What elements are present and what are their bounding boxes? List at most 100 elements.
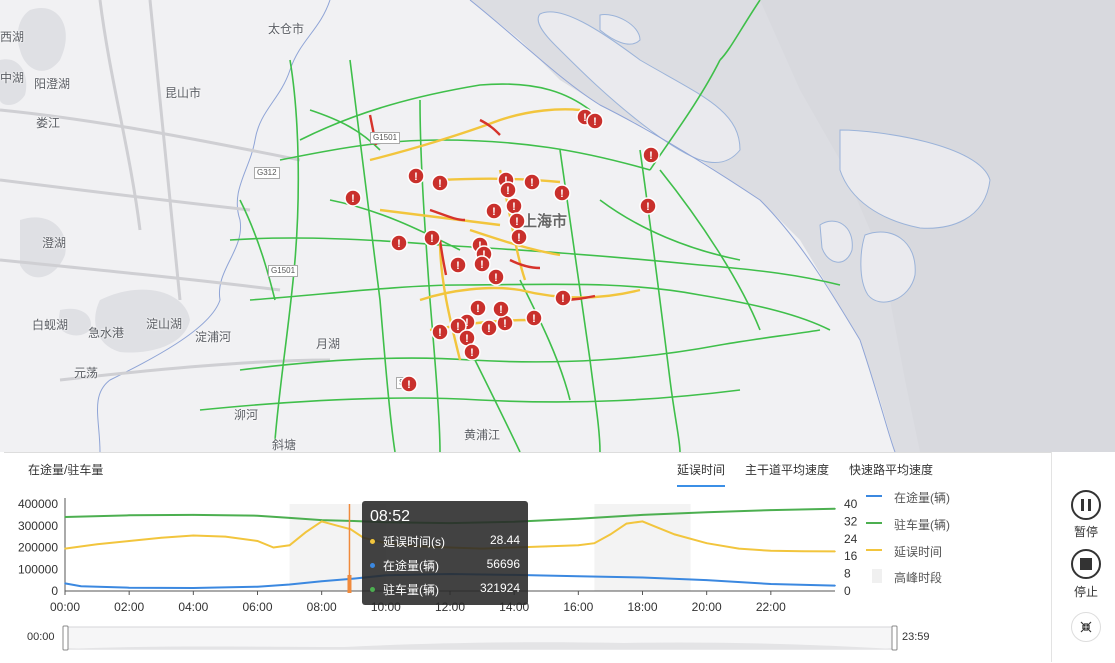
- series-point: [336, 524, 339, 527]
- timeline-track[interactable]: [4, 623, 1051, 663]
- series-point: [352, 577, 355, 580]
- warning-marker-icon[interactable]: !: [400, 375, 418, 393]
- pause-icon: [1081, 499, 1091, 511]
- svg-text:!: !: [506, 185, 510, 197]
- warning-marker-icon[interactable]: !: [508, 212, 526, 230]
- warning-marker-icon[interactable]: !: [390, 234, 408, 252]
- warning-marker-icon[interactable]: !: [431, 174, 449, 192]
- svg-text:!: !: [456, 321, 460, 333]
- svg-text:!: !: [407, 379, 411, 391]
- warning-marker-icon[interactable]: !: [510, 228, 528, 246]
- series-point: [352, 520, 355, 522]
- stats-panel: 400000 300000 200000 100000 0 40 32 24 16 8 0 00:00…: [4, 452, 1051, 663]
- panel-title: 在途量/驻车量: [28, 463, 104, 477]
- warning-marker-icon[interactable]: !: [525, 309, 543, 327]
- warning-marker-icon[interactable]: !: [487, 268, 505, 286]
- svg-text:!: !: [438, 327, 442, 339]
- series-point: [96, 543, 98, 546]
- warning-marker-icon[interactable]: !: [492, 300, 510, 318]
- warning-marker-icon[interactable]: !: [639, 197, 657, 215]
- tab-delay-time[interactable]: 延误时间: [677, 461, 726, 487]
- warning-marker-icon[interactable]: !: [523, 173, 541, 191]
- series-point: [320, 520, 323, 523]
- timeline-end: 23:59: [902, 631, 930, 643]
- legend-label: 高峰时段: [894, 571, 943, 585]
- series-point: [128, 540, 130, 542]
- svg-text:!: !: [583, 112, 587, 124]
- svg-text:!: !: [438, 178, 442, 190]
- tab-arterial-speed[interactable]: 主干道平均速度: [745, 461, 829, 485]
- legend-peak[interactable]: 高峰时段: [872, 569, 943, 586]
- series-point: [288, 583, 291, 586]
- y-left-tick-label: 400000: [18, 497, 58, 511]
- warning-marker-icon[interactable]: !: [499, 181, 517, 199]
- legend-label: 延误时间: [894, 545, 943, 559]
- series-point: [609, 533, 612, 536]
- legend-in-transit[interactable]: 在途量(辆): [866, 489, 950, 506]
- series-point: [625, 522, 628, 525]
- collapse-icon: [1080, 621, 1092, 633]
- x-tick-label: 04:00: [178, 600, 208, 614]
- series-point: [641, 514, 644, 516]
- warning-marker-icon[interactable]: !: [344, 189, 362, 207]
- tooltip-time: 08:52: [370, 508, 411, 525]
- warning-marker-icon[interactable]: !: [469, 299, 487, 317]
- series-point: [577, 544, 580, 547]
- legend-parked[interactable]: 驻车量(辆): [866, 516, 950, 533]
- warning-marker-icon[interactable]: !: [586, 112, 604, 130]
- tooltip-value: 56696: [486, 557, 520, 571]
- warning-marker-icon[interactable]: !: [485, 202, 503, 220]
- series-point: [705, 511, 708, 514]
- series-point: [128, 514, 130, 517]
- warning-marker-icon[interactable]: !: [480, 319, 498, 337]
- y-left-tick-label: 0: [51, 584, 58, 598]
- series-point: [160, 536, 163, 539]
- series-point: [577, 517, 580, 520]
- svg-text:!: !: [593, 116, 597, 128]
- series-point: [256, 585, 259, 588]
- y-right-tick-label: 0: [844, 584, 851, 598]
- warning-marker-icon[interactable]: !: [473, 255, 491, 273]
- svg-text:!: !: [476, 303, 480, 315]
- tooltip-label: 延误时间(s): [383, 535, 445, 549]
- warning-marker-icon[interactable]: !: [553, 184, 571, 202]
- collapse-button[interactable]: [1071, 612, 1101, 642]
- svg-text:!: !: [515, 216, 519, 228]
- tooltip-value: 321924: [479, 581, 520, 595]
- svg-text:!: !: [414, 171, 418, 183]
- stop-button[interactable]: [1071, 549, 1101, 579]
- warning-marker-icon[interactable]: !: [423, 229, 441, 247]
- series-point: [224, 535, 227, 538]
- range-handle-right: [891, 625, 898, 651]
- time-slider[interactable]: 00:00 23:59: [4, 623, 1051, 663]
- y-right-tick-label: 40: [844, 497, 858, 511]
- series-point: [770, 549, 772, 552]
- series-point: [737, 547, 740, 550]
- series-point: [256, 514, 259, 517]
- svg-text:!: !: [532, 313, 536, 325]
- dot-icon: [370, 539, 375, 544]
- series-point: [593, 542, 596, 544]
- series-point: [80, 585, 82, 588]
- series-point: [673, 533, 676, 536]
- x-tick-label: 08:00: [307, 600, 337, 614]
- traffic-map[interactable]: 太仓市 昆山市 阳澄湖 中湖 西湖 娄江 澄湖 白蚬湖 急水港 淀山湖 淀浦河 …: [0, 0, 1115, 452]
- svg-text:!: !: [494, 272, 498, 284]
- warning-marker-icon[interactable]: !: [554, 289, 572, 307]
- x-tick-label: 06:00: [242, 600, 272, 614]
- pause-button[interactable]: [1071, 490, 1101, 520]
- tooltip-row: 延误时间(s) 28.44: [370, 533, 520, 549]
- series-point: [288, 517, 291, 519]
- warning-marker-icon[interactable]: !: [642, 146, 660, 164]
- x-tick-label: 18:00: [627, 600, 657, 614]
- warning-marker-icon[interactable]: !: [431, 323, 449, 341]
- warning-marker-icon[interactable]: !: [449, 256, 467, 274]
- tab-expressway-speed[interactable]: 快速路平均速度: [849, 461, 933, 485]
- legend-delay[interactable]: 延误时间: [866, 543, 943, 560]
- svg-text:!: !: [397, 238, 401, 250]
- warning-marker-icon[interactable]: !: [407, 167, 425, 185]
- y-left-tick-label: 100000: [18, 562, 58, 576]
- warning-marker-icon[interactable]: !: [463, 343, 481, 361]
- warning-marker-icon[interactable]: !: [505, 197, 523, 215]
- series-point: [770, 509, 772, 511]
